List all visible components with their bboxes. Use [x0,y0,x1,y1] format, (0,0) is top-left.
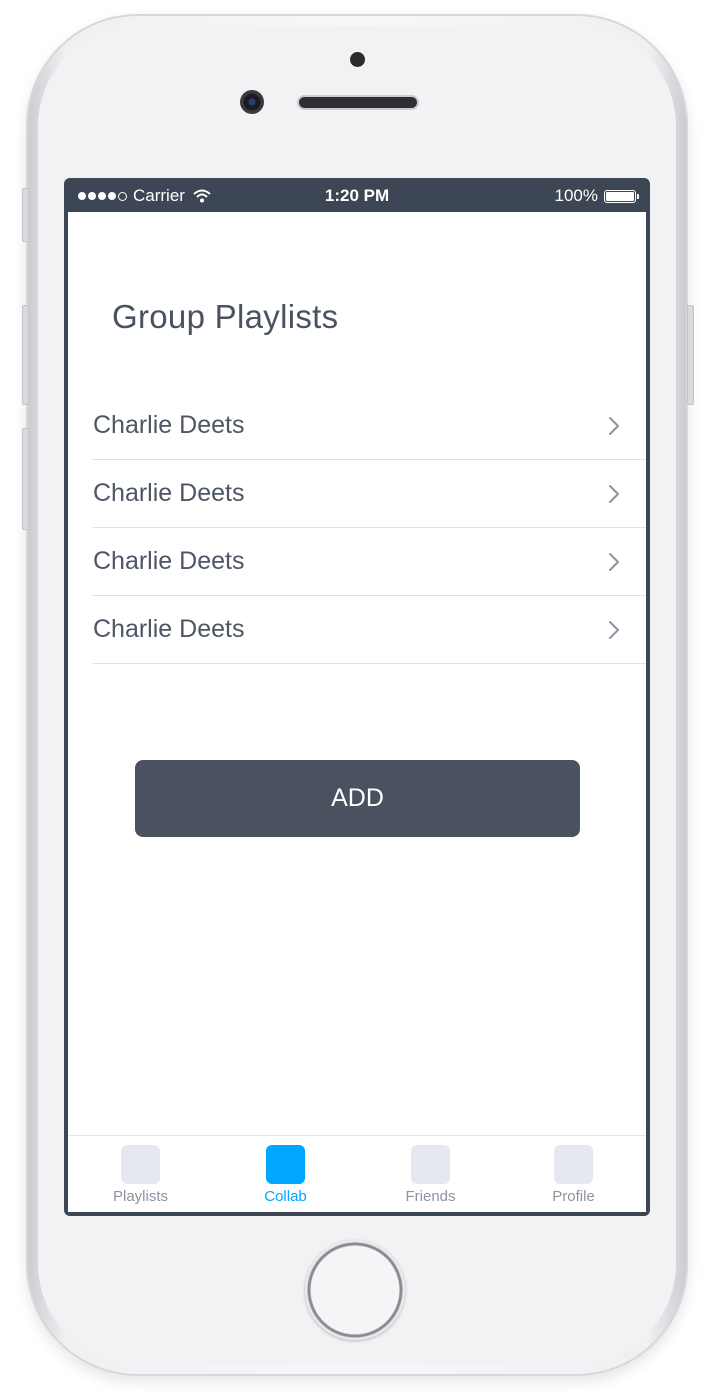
list-item[interactable]: Charlie Deets [93,460,646,528]
battery-percent: 100% [554,186,598,205]
chevron-right-icon [609,621,619,639]
volume-down-button [22,428,29,530]
tab-label: Collab [264,1188,307,1205]
list-item-label: Charlie Deets [93,615,245,643]
list-item[interactable]: Charlie Deets [93,528,646,596]
screen: Carrier 1:20 PM 100% Group Playlists Cha… [64,178,650,1216]
playlist-list: Charlie Deets Charlie Deets Charlie Deet… [93,392,646,664]
chevron-right-icon [609,485,619,503]
list-item[interactable]: Charlie Deets [93,392,646,460]
list-item[interactable]: Charlie Deets [93,596,646,664]
page-title: Group Playlists [112,298,339,335]
volume-up-button [22,305,29,405]
friends-tab-icon [411,1145,450,1184]
playlists-tab-icon [121,1145,160,1184]
app-screen: Carrier 1:20 PM 100% Group Playlists Cha… [68,178,646,1212]
collab-tab-icon [266,1145,305,1184]
front-camera [240,90,264,114]
tab-bar: Playlists Collab Friends Profile [68,1135,646,1212]
battery-icon [604,189,639,203]
tab-playlists[interactable]: Playlists [68,1136,213,1212]
add-button[interactable]: ADD [135,760,580,837]
tab-profile[interactable]: Profile [501,1136,646,1212]
mute-switch [22,188,29,242]
list-item-label: Charlie Deets [93,411,245,439]
list-item-label: Charlie Deets [93,547,245,575]
chevron-right-icon [609,553,619,571]
tab-label: Friends [405,1188,456,1205]
earpiece-speaker [299,97,417,108]
tab-friends[interactable]: Friends [358,1136,503,1212]
tab-label: Playlists [112,1188,168,1205]
chevron-right-icon [609,417,619,435]
power-button [687,305,694,405]
profile-tab-icon [554,1145,593,1184]
tab-label: Profile [552,1188,595,1205]
tab-collab[interactable]: Collab [213,1136,358,1212]
proximity-sensor [350,52,365,67]
list-item-label: Charlie Deets [93,479,245,507]
status-bar: Carrier 1:20 PM 100% [68,178,646,212]
home-button[interactable] [305,1240,405,1340]
status-right: 100% [554,186,639,206]
